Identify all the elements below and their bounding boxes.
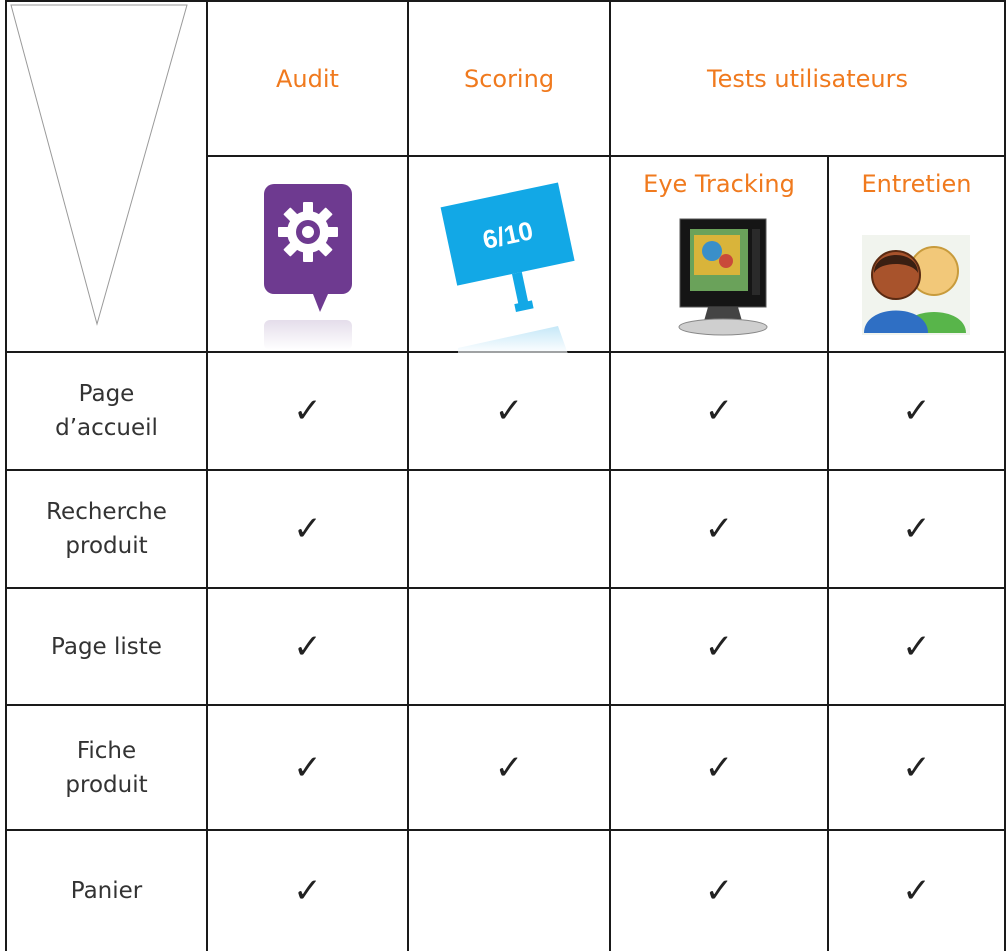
check-icon: ✓ — [902, 391, 931, 431]
column-header-entretien: Entretien — [861, 170, 972, 198]
check-icon: ✓ — [494, 747, 524, 788]
corner-triangle-decoration — [10, 4, 188, 326]
column-header-tests-utilisateurs: Tests utilisateurs — [707, 64, 908, 93]
row-label-line: Page — [78, 381, 135, 407]
check-icon: ✓ — [902, 509, 931, 549]
check-icon: ✓ — [494, 391, 524, 431]
check-icon: ✓ — [704, 509, 734, 549]
check-icon: ✓ — [704, 626, 734, 667]
row-label-line: d’accueil — [55, 415, 158, 441]
check-icon: ✓ — [293, 509, 322, 549]
check-icon: ✓ — [902, 626, 931, 667]
row-label-fiche-produit: Fiche produit — [7, 706, 206, 829]
monitor-icon — [678, 218, 768, 336]
column-header-eye-tracking: Eye Tracking — [643, 170, 795, 198]
row-label-page-liste: Page liste — [51, 633, 162, 660]
row-label-page-accueil: Page d’accueil — [7, 353, 206, 469]
check-icon: ✓ — [704, 747, 734, 788]
column-header-scoring: Scoring — [463, 64, 555, 93]
table-border-right — [1004, 0, 1006, 951]
check-icon: ✓ — [902, 747, 931, 788]
score-sign-icon: 6/10 — [440, 182, 575, 354]
comparison-table: Audit Scoring Tests utilisateurs Eye Tra… — [0, 0, 1008, 951]
row-label-line: produit — [65, 771, 148, 798]
check-icon: ✓ — [293, 626, 322, 667]
column-header-audit: Audit — [276, 64, 339, 93]
gear-icon — [264, 184, 352, 350]
row-label-line: produit — [65, 533, 148, 559]
row-label-recherche-produit: Recherche produit — [7, 471, 206, 587]
row-label-panier: Panier — [70, 878, 143, 904]
row-label-line: Fiche — [76, 737, 137, 764]
check-icon: ✓ — [902, 871, 931, 911]
users-icon — [862, 235, 970, 335]
check-icon: ✓ — [293, 871, 322, 911]
row-label-line: Recherche — [46, 499, 167, 525]
check-icon: ✓ — [293, 747, 322, 788]
check-icon: ✓ — [704, 871, 734, 911]
check-icon: ✓ — [704, 391, 734, 431]
table-row-divider — [206, 155, 1006, 157]
check-icon: ✓ — [293, 391, 322, 431]
